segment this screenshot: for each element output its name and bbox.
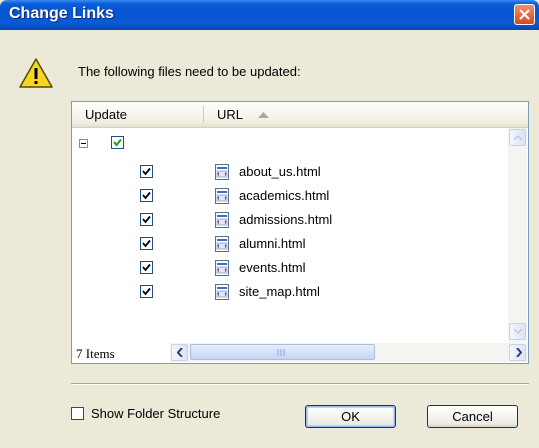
ok-button[interactable]: OK	[305, 405, 396, 428]
check-icon	[142, 287, 151, 296]
file-checkbox[interactable]	[140, 285, 153, 298]
chevron-up-icon	[514, 135, 522, 140]
close-button[interactable]	[514, 4, 535, 25]
title-bar[interactable]: Change Links	[0, 0, 539, 30]
file-checkbox[interactable]	[140, 189, 153, 202]
warning-icon	[18, 57, 54, 92]
check-icon	[142, 239, 151, 248]
check-icon	[142, 191, 151, 200]
file-checkbox[interactable]	[140, 165, 153, 178]
scroll-up-button[interactable]	[509, 129, 526, 146]
change-links-dialog: Change Links The following files need to…	[0, 0, 539, 448]
file-name: site_map.html	[239, 284, 320, 299]
column-header-url[interactable]: URL	[217, 102, 243, 127]
file-checkbox[interactable]	[140, 213, 153, 226]
item-count: 7 Items	[76, 346, 115, 361]
file-name: about_us.html	[239, 164, 321, 179]
column-header-update[interactable]: Update	[85, 102, 127, 127]
scroll-left-button[interactable]	[171, 344, 188, 361]
file-name: alumni.html	[239, 236, 306, 251]
file-name: academics.html	[239, 188, 330, 203]
html-file-icon	[215, 260, 229, 276]
check-icon	[142, 215, 151, 224]
scroll-thumb[interactable]	[190, 344, 375, 360]
file-checkbox[interactable]	[140, 237, 153, 250]
html-file-icon	[215, 188, 229, 204]
root-checkbox[interactable]	[111, 136, 124, 149]
horizontal-scrollbar[interactable]	[170, 343, 528, 362]
check-icon	[113, 138, 122, 147]
chevron-down-icon	[514, 329, 522, 334]
file-row[interactable]: academics.html	[72, 186, 508, 206]
file-name: admissions.html	[239, 212, 333, 227]
list-header: Update URL	[72, 102, 528, 128]
file-row[interactable]: alumni.html	[72, 234, 508, 254]
file-list[interactable]: Update URL about_us.html academics.html ad…	[71, 101, 529, 364]
window-title: Change Links	[9, 5, 114, 22]
collapse-icon[interactable]	[79, 139, 88, 148]
separator	[71, 383, 529, 385]
html-file-icon	[215, 212, 229, 228]
column-divider[interactable]	[203, 106, 204, 123]
cancel-button[interactable]: Cancel	[427, 405, 518, 428]
html-file-icon	[215, 284, 229, 300]
scroll-down-button[interactable]	[509, 323, 526, 340]
chevron-left-icon	[177, 348, 183, 357]
scroll-right-button[interactable]	[509, 344, 526, 361]
file-checkbox[interactable]	[140, 261, 153, 274]
message-text: The following files need to be updated:	[78, 64, 301, 79]
close-icon	[519, 9, 530, 20]
file-row[interactable]: events.html	[72, 258, 508, 278]
file-name: events.html	[239, 260, 306, 275]
check-icon	[142, 167, 151, 176]
grip-icon	[277, 349, 285, 356]
html-file-icon	[215, 164, 229, 180]
check-icon	[142, 263, 151, 272]
chevron-right-icon	[516, 348, 522, 357]
sort-ascending-icon	[258, 112, 269, 118]
file-row[interactable]: admissions.html	[72, 210, 508, 230]
file-row[interactable]: site_map.html	[72, 282, 508, 302]
show-folder-structure-label[interactable]: Show Folder Structure	[91, 406, 220, 421]
show-folder-structure-checkbox[interactable]	[71, 407, 84, 420]
file-row[interactable]: about_us.html	[72, 162, 508, 182]
html-file-icon	[215, 236, 229, 252]
vertical-scrollbar[interactable]	[508, 128, 527, 343]
